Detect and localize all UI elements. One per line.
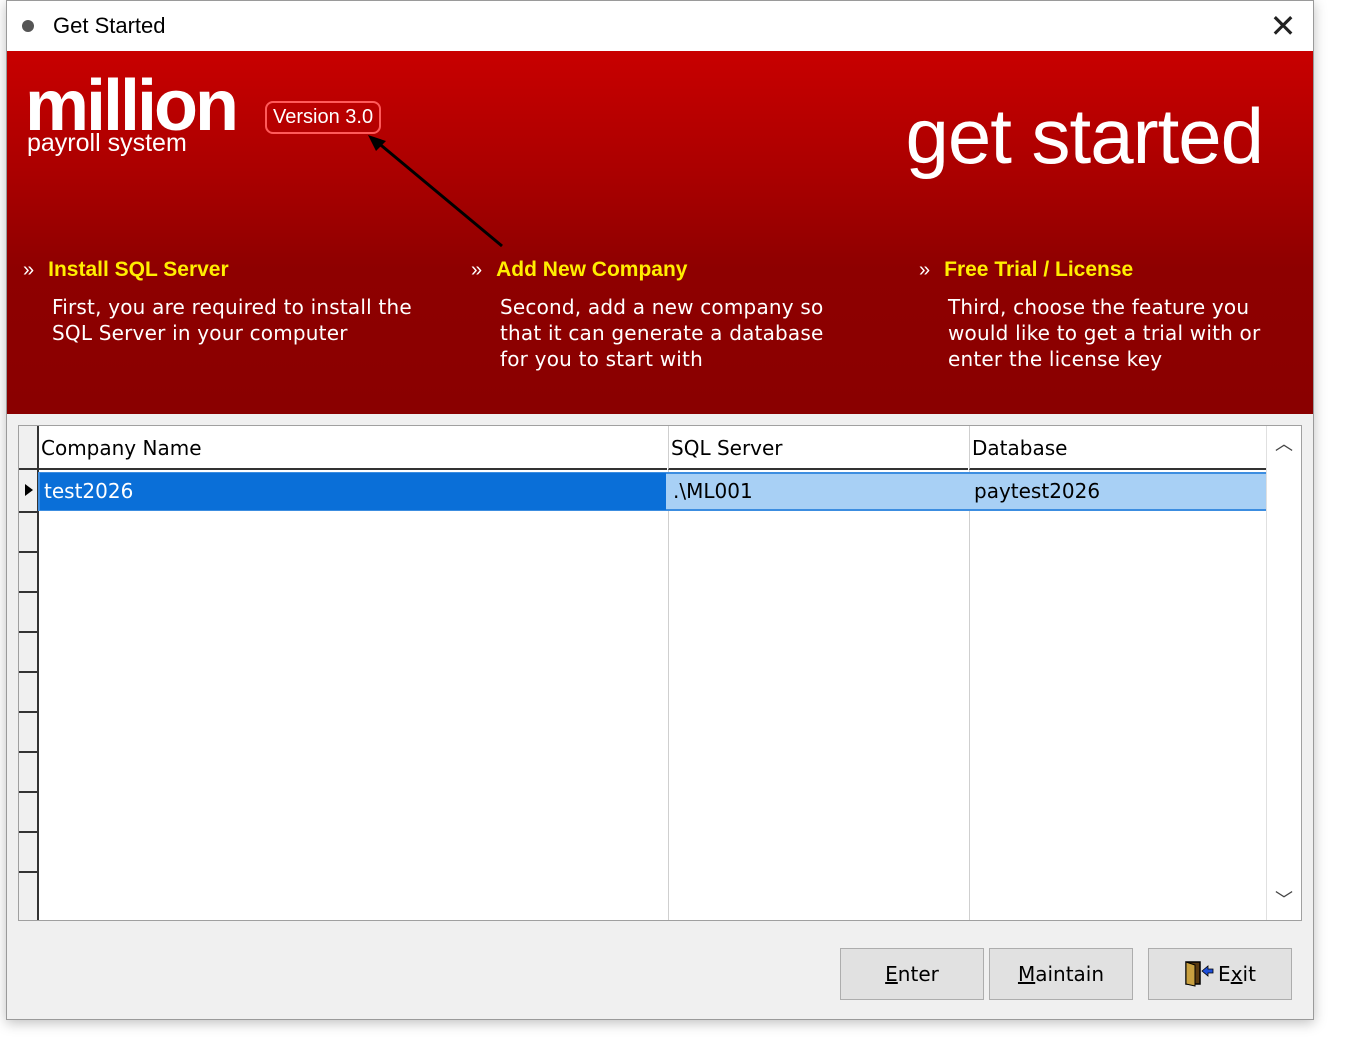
row-header	[19, 793, 37, 833]
row-header	[19, 833, 37, 873]
step-title: Add New Company	[496, 258, 688, 281]
step-description: Second, add a new company so that it can…	[500, 295, 824, 371]
cell-database[interactable]: paytest2026	[974, 473, 1264, 510]
button-mnemonic: M	[1017, 962, 1036, 986]
column-divider	[969, 470, 970, 920]
page-heading: get started	[905, 92, 1264, 180]
maintain-button[interactable]: Maintain	[989, 948, 1133, 1000]
title-bar: Get Started ✕	[7, 1, 1313, 51]
chevron-right-icon: »	[919, 259, 931, 281]
row-header-corner	[19, 426, 37, 470]
window-title: Get Started	[53, 13, 166, 38]
row-header	[19, 593, 37, 633]
column-divider	[668, 470, 669, 920]
button-label-rest: it	[1242, 962, 1256, 986]
get-started-window: Get Started ✕ million payroll system Ver…	[6, 0, 1314, 1020]
button-mnemonic: x	[1230, 962, 1243, 986]
logo-subtitle: payroll system	[27, 129, 187, 157]
button-label-prefix: E	[1218, 962, 1231, 986]
exit-door-icon	[1185, 960, 1214, 987]
scroll-up-icon[interactable]: ︿	[1267, 428, 1301, 462]
row-header	[19, 553, 37, 593]
vertical-scrollbar[interactable]: ︿ ﹀	[1266, 426, 1301, 920]
chevron-right-icon: »	[471, 259, 483, 281]
cell-sql-server[interactable]: .\ML001	[673, 473, 963, 510]
row-header	[19, 873, 37, 920]
button-label-rest: nter	[897, 962, 939, 986]
step-add-company: » Add New Company Second, add a new compa…	[471, 258, 871, 372]
column-header-company-name[interactable]: Company Name	[39, 426, 667, 470]
scroll-down-icon[interactable]: ﹀	[1267, 884, 1301, 918]
enter-button[interactable]: Enter	[840, 948, 984, 1000]
close-icon[interactable]: ✕	[1263, 7, 1303, 45]
row-header	[19, 673, 37, 713]
version-badge: Version 3.0	[265, 101, 382, 134]
step-description: First, you are required to install the S…	[52, 295, 412, 345]
cell-company-name[interactable]: test2026	[40, 473, 666, 510]
column-header-sql-server[interactable]: SQL Server	[668, 426, 968, 470]
button-label-rest: aintain	[1035, 962, 1105, 986]
header-banner: million payroll system Version 3.0 get s…	[7, 51, 1313, 414]
step-free-trial: » Free Trial / License Third, choose the …	[919, 258, 1299, 372]
row-header	[19, 513, 37, 553]
row-header	[19, 713, 37, 753]
chevron-right-icon: »	[23, 259, 35, 281]
company-grid[interactable]: Company Name SQL Server Database test202…	[18, 425, 1302, 921]
step-title: Free Trial / License	[944, 258, 1134, 281]
step-install-sql: » Install SQL Server First, you are requi…	[23, 258, 423, 346]
app-icon	[22, 20, 34, 32]
row-header	[19, 753, 37, 793]
column-header-database[interactable]: Database	[969, 426, 1268, 470]
button-mnemonic: E	[885, 962, 898, 986]
row-header-column	[19, 426, 39, 920]
exit-button[interactable]: Exit	[1148, 948, 1292, 1000]
row-header	[19, 633, 37, 673]
step-description: Third, choose the feature you would like…	[948, 295, 1261, 371]
annotation-arrow-icon	[368, 135, 503, 248]
current-row-icon	[25, 484, 33, 496]
step-title: Install SQL Server	[48, 258, 229, 281]
